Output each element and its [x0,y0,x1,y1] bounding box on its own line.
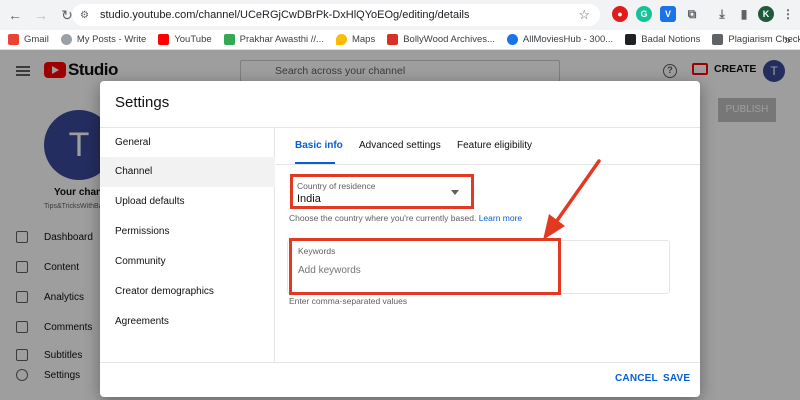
bookmarks-bar: Gmail My Posts - Write YouTube Prakhar A… [0,30,800,50]
sidepanel-icon[interactable]: ▮ [736,6,752,22]
more-bookmarks[interactable]: » [784,33,791,47]
tab-advanced-settings[interactable]: Advanced settings [359,140,441,151]
tabs-divider [276,164,700,165]
settings-nav-channel[interactable]: Channel [100,157,275,187]
bookmark-allmovies[interactable]: AllMoviesHub - 300... [506,34,613,45]
plagiarism-icon [712,34,724,45]
settings-nav-upload-defaults[interactable]: Upload defaults [100,187,275,217]
globe-icon [60,34,72,45]
dialog-title: Settings [115,94,170,111]
allmovies-icon [506,34,518,45]
keywords-highlight-box [289,238,561,295]
address-bar[interactable]: ⚙ studio.youtube.com/channel/UCeRGjCwDBr… [72,4,600,26]
settings-nav: General Channel Upload defaults Permissi… [100,128,275,362]
footer-divider [100,362,700,363]
settings-nav-community[interactable]: Community [100,247,275,277]
download-icon[interactable]: ⤓ [714,6,730,22]
gmail-icon [8,34,19,45]
bookmark-youtube[interactable]: YouTube [158,34,212,45]
settings-nav-agreements[interactable]: Agreements [100,307,275,337]
back-icon[interactable]: ← [4,4,26,26]
settings-nav-permissions[interactable]: Permissions [100,217,275,247]
country-help-text: Choose the country where you're currentl… [289,213,523,223]
tab-feature-eligibility[interactable]: Feature eligibility [457,140,532,151]
bollywood-icon [387,34,399,45]
settings-nav-general[interactable]: General [100,128,275,158]
extension-shield-icon[interactable]: V [660,6,676,22]
save-button[interactable]: SAVE [663,373,690,384]
browser-toolbar: ← → ↻ ⚙ studio.youtube.com/channel/UCeRG… [0,0,800,30]
bookmark-my-posts[interactable]: My Posts - Write [60,34,146,45]
bookmark-gmail[interactable]: Gmail [8,34,49,45]
menu-dots-icon[interactable]: ⋮ [780,6,796,22]
learn-more-link[interactable]: Learn more [479,213,522,223]
settings-nav-creator-demographics[interactable]: Creator demographics [100,277,275,307]
extension-grammarly-icon[interactable]: G [636,6,652,22]
site-info-icon[interactable]: ⚙ [80,10,94,21]
bookmark-maps[interactable]: Maps [335,34,375,45]
bookmark-prakhar[interactable]: Prakhar Awasthi //... [223,34,324,45]
cancel-button[interactable]: CANCEL [615,373,658,384]
notion-icon [625,34,637,45]
maps-icon [335,34,347,45]
youtube-icon [158,34,170,45]
extensions-puzzle-icon[interactable]: ⧉ [684,6,700,22]
extension-adblock-icon[interactable]: ● [612,6,628,22]
bookmark-star-icon[interactable]: ☆ [578,7,590,23]
bookmark-bollywood[interactable]: BollyWood Archives... [387,34,495,45]
forward-icon[interactable]: → [30,4,52,26]
tab-basic-info[interactable]: Basic info [295,140,343,151]
country-highlight-box [290,174,474,209]
bookmark-badal[interactable]: Badal Notions [625,34,700,45]
keywords-help-text: Enter comma-separated values [289,296,408,306]
profile-avatar[interactable]: K [758,6,774,22]
sheets-icon [223,34,235,45]
url-text: studio.youtube.com/channel/UCeRGjCwDBrPk… [100,9,470,21]
